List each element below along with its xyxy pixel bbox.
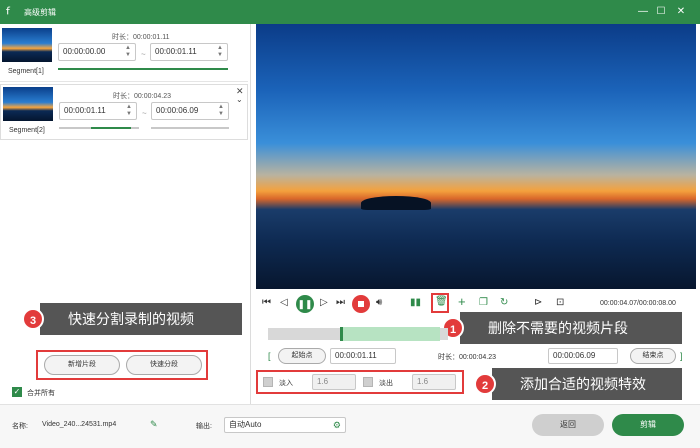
segment-thumbnail — [2, 28, 52, 62]
range-dash: ~ — [142, 109, 147, 118]
trim-duration: 时长：00:00:04.23 — [438, 354, 496, 361]
title-bar: ꬵ 高级剪辑 — ☐ ✕ — [0, 0, 700, 24]
fade-out-input[interactable]: 1.6 — [412, 374, 456, 390]
segment-end-input[interactable]: 00:00:06.09 ▲ ▼ — [151, 102, 229, 120]
next-frame-icon[interactable]: ▷ — [320, 297, 328, 308]
segment-thumbnail — [3, 87, 53, 121]
split-icon[interactable]: ▮▮ — [410, 297, 421, 308]
chevron-down-icon[interactable]: ⌄ — [236, 95, 243, 104]
island-silhouette — [361, 196, 431, 210]
segment-progress — [91, 127, 131, 129]
video-preview[interactable] — [256, 24, 696, 289]
file-name: Video_240...24531.mp4 — [42, 421, 117, 428]
volume-icon[interactable]: 🔊︎ — [376, 297, 382, 308]
callout-badge: 2 — [474, 373, 496, 395]
cut-button[interactable]: 剪辑 — [612, 414, 684, 436]
fade-in-checkbox[interactable] — [263, 377, 273, 387]
segment-end-input[interactable]: 00:00:01.11 ▲ ▼ — [150, 43, 228, 61]
window-title: 高级剪辑 — [24, 8, 56, 17]
stepper-icon[interactable]: ▲ ▼ — [217, 45, 225, 59]
callout-delete-segment: 删除不需要的视频片段 — [460, 312, 682, 344]
merge-all-label: 合并所有 — [27, 390, 55, 397]
trim-start-input[interactable]: 00:00:01.11 — [330, 348, 396, 364]
merge-checkbox[interactable]: ✓ — [12, 387, 22, 397]
quick-split-button[interactable]: 快速分段 — [126, 355, 202, 375]
segment-duration: 时长：00:00:04.23 — [113, 93, 171, 100]
segment-duration: 时长：00:00:01.11 — [112, 34, 170, 41]
segment-label: Segment[1] — [8, 68, 44, 75]
close-icon[interactable]: ✕ — [674, 5, 688, 19]
segment-start-input[interactable]: 00:00:01.11 ▲ ▼ — [59, 102, 137, 120]
output-label: 输出: — [196, 423, 212, 430]
prev-frame-icon[interactable]: ◁ — [280, 297, 288, 308]
mark-in-icon[interactable]: ⊳ — [534, 297, 542, 308]
trash-icon[interactable]: 🗑︎ — [435, 296, 448, 307]
stepper-icon[interactable]: ▲ ▼ — [125, 45, 133, 59]
skip-end-icon[interactable]: ⏭ — [336, 297, 345, 308]
gear-icon[interactable]: ⚙ — [333, 418, 341, 432]
edit-name-icon[interactable]: ✎ — [150, 419, 158, 430]
fade-out-label: 淡出 — [379, 380, 393, 387]
back-button[interactable]: 返回 — [532, 414, 604, 436]
maximize-icon[interactable]: ☐ — [654, 5, 668, 19]
start-bracket-icon[interactable]: [ — [268, 351, 271, 361]
segment-item[interactable]: Segment[1] 时长：00:00:01.11 00:00:00.00 ▲ ▼ … — [0, 26, 248, 82]
set-start-button[interactable]: 起始点 — [278, 348, 326, 364]
callout-badge: 3 — [22, 308, 44, 330]
minimize-icon[interactable]: — — [636, 5, 650, 19]
app-logo-icon: ꬵ — [6, 6, 10, 18]
segment-progress — [58, 68, 228, 70]
segment-start-input[interactable]: 00:00:00.00 ▲ ▼ — [58, 43, 136, 61]
callout-quick-split: 快速分割录制的视频 — [40, 303, 242, 335]
segment-progress-track — [151, 127, 229, 129]
segment-label: Segment[2] — [9, 127, 45, 134]
fade-in-label: 淡入 — [279, 380, 293, 387]
timeline-selection[interactable] — [340, 327, 440, 341]
set-end-button[interactable]: 结束点 — [630, 348, 676, 364]
skip-start-icon[interactable]: ⏮ — [262, 297, 271, 308]
mark-out-icon[interactable]: ⊡ — [556, 297, 564, 308]
fade-out-checkbox[interactable] — [363, 377, 373, 387]
fade-in-input[interactable]: 1.6 — [312, 374, 356, 390]
copy-icon[interactable]: ❐ — [479, 297, 488, 308]
new-segment-button[interactable]: 新增片段 — [44, 355, 120, 375]
segment-item[interactable]: Segment[2] 时长：00:00:04.23 ✕ ⌄ 00:00:01.1… — [0, 84, 248, 140]
end-bracket-icon[interactable]: ] — [680, 351, 683, 361]
reset-icon[interactable]: ↻ — [500, 297, 508, 308]
stepper-icon[interactable]: ▲ ▼ — [126, 104, 134, 118]
divider — [250, 24, 251, 448]
segment-panel: Segment[1] 时长：00:00:01.11 00:00:00.00 ▲ ▼ … — [0, 24, 250, 448]
stepper-icon[interactable]: ▲ ▼ — [218, 104, 226, 118]
output-select[interactable]: 自动Auto ⚙ — [224, 417, 346, 433]
trim-end-input[interactable]: 00:00:06.09 — [548, 348, 618, 364]
playback-time: 00:00:04.07/00:00:08.00 — [600, 300, 676, 307]
callout-effects: 添加合适的视频特效 — [492, 368, 682, 400]
pause-icon[interactable]: ❚❚ — [296, 295, 314, 313]
stop-icon[interactable] — [352, 295, 370, 313]
add-icon[interactable]: + — [458, 294, 466, 309]
name-label: 名称: — [12, 423, 28, 430]
range-dash: ~ — [141, 50, 146, 59]
